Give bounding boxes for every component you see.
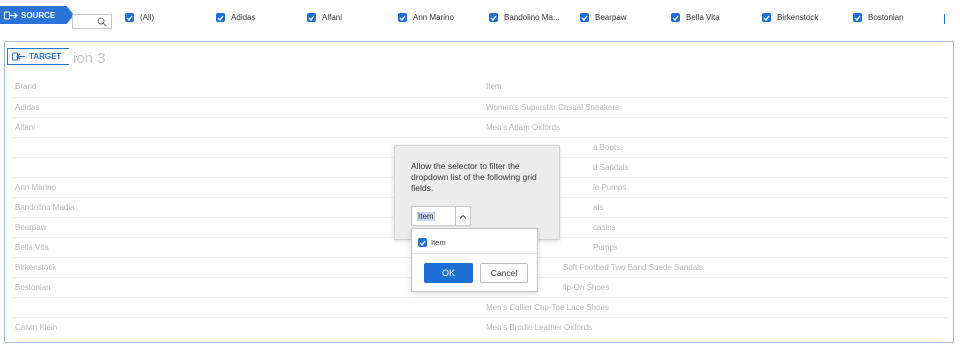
- filter-checkbox-adidas[interactable]: Adidas: [216, 13, 255, 22]
- cell-item: Men's Brodie Leather Oxfords: [486, 323, 593, 332]
- filter-label: (All): [140, 13, 155, 22]
- cell-brand: Adidas: [15, 103, 40, 112]
- table-row[interactable]: Alfani Men's Adam Oxfords: [11, 117, 947, 137]
- cell-brand: Birkenstock: [15, 263, 57, 272]
- cell-item: Men's Collier Cap-Toe Lace Shoes: [486, 303, 609, 312]
- filter-label: Alfani: [322, 13, 343, 22]
- field-select-value: Item: [417, 212, 435, 221]
- cell-item: Men's Adam Oxfords: [486, 123, 560, 132]
- checkbox-checked-icon: [853, 13, 862, 22]
- filter-label: Ann Marino: [413, 13, 454, 22]
- cell-item: d Sandals: [593, 163, 629, 172]
- filter-checkbox-all[interactable]: (All): [125, 13, 154, 22]
- filter-label: Birkenstock: [777, 13, 819, 22]
- filter-checkbox-bella-vita[interactable]: Bella Vita: [671, 13, 720, 22]
- target-tag[interactable]: TARGET: [7, 48, 77, 65]
- section-title: ion 3: [73, 50, 106, 67]
- column-header-brand[interactable]: Brand: [15, 82, 36, 91]
- filter-checkbox-list: (All) Adidas Alfani Ann Marino Bandolino…: [0, 13, 960, 25]
- scroll-indicator: [944, 14, 945, 24]
- checkbox-checked-icon: [398, 13, 407, 22]
- cell-item: als: [593, 203, 604, 212]
- cell-brand: Bandolino Madia: [15, 203, 75, 212]
- cell-item: casins: [593, 223, 616, 232]
- cell-brand: Bostonian: [15, 283, 51, 292]
- field-select[interactable]: Item: [411, 206, 471, 226]
- checkbox-checked-icon: [125, 13, 134, 22]
- cell-item: Women's Superstar Casual Sneakers: [486, 103, 619, 112]
- column-header-item[interactable]: Item: [486, 82, 502, 91]
- filter-checkbox-ann-marino[interactable]: Ann Marino: [398, 13, 454, 22]
- table-row[interactable]: Men's Collier Cap-Toe Lace Shoes: [11, 297, 947, 317]
- dropdown-divider: [412, 253, 537, 254]
- cell-brand: Bella Vita: [15, 243, 49, 252]
- target-label: TARGET: [29, 52, 62, 61]
- filter-checkbox-bearpaw[interactable]: Bearpaw: [580, 13, 627, 22]
- cell-item: Soft Footbed Two Band Suede Sandals: [563, 263, 703, 272]
- cell-brand: Calvin Klein: [15, 323, 58, 332]
- filter-checkbox-birkenstock[interactable]: Birkenstock: [762, 13, 818, 22]
- ok-button[interactable]: OK: [424, 263, 473, 283]
- cancel-button[interactable]: Cancel: [480, 263, 528, 283]
- checkbox-checked-icon: [418, 238, 427, 247]
- cell-brand: Bearpaw: [15, 223, 47, 232]
- cell-item: lip-On Shoes: [563, 283, 610, 292]
- filter-checkbox-bandolino[interactable]: Bandolino Ma...: [489, 13, 560, 22]
- filter-fields-popover: Allow the selector to filter the dropdow…: [394, 145, 560, 240]
- filter-checkbox-alfani[interactable]: Alfani: [307, 13, 342, 22]
- checkbox-checked-icon: [671, 13, 680, 22]
- checkbox-checked-icon: [580, 13, 589, 22]
- filter-label: Bostonian: [868, 13, 904, 22]
- table-row[interactable]: Calvin Klein Men's Brodie Leather Oxford…: [11, 317, 947, 337]
- cell-item: le Pumps: [593, 183, 627, 192]
- filter-label: Adidas: [231, 13, 256, 22]
- cell-brand: Ann Marino: [15, 183, 56, 192]
- checkbox-checked-icon: [762, 13, 771, 22]
- filter-label: Bandolino Ma...: [504, 13, 560, 22]
- checkbox-checked-icon: [216, 13, 225, 22]
- dropdown-option-item[interactable]: Item: [418, 238, 446, 247]
- checkbox-checked-icon: [489, 13, 498, 22]
- popover-description: Allow the selector to filter the dropdow…: [411, 161, 537, 193]
- cell-item: a Boots: [593, 143, 621, 152]
- dropdown-option-label: Item: [431, 238, 446, 247]
- chevron-up-icon[interactable]: [455, 207, 470, 225]
- filter-label: Bearpaw: [595, 13, 627, 22]
- checkbox-checked-icon: [307, 13, 316, 22]
- filter-label: Bella Vita: [686, 13, 720, 22]
- cell-item: Pumps: [593, 243, 618, 252]
- table-row[interactable]: Adidas Women's Superstar Casual Sneakers: [11, 97, 947, 117]
- cell-brand: Alfani: [15, 123, 36, 132]
- filter-checkbox-bostonian[interactable]: Bostonian: [853, 13, 904, 22]
- field-dropdown: Item OK Cancel: [411, 228, 538, 292]
- link-back-arrow-icon: [12, 52, 25, 61]
